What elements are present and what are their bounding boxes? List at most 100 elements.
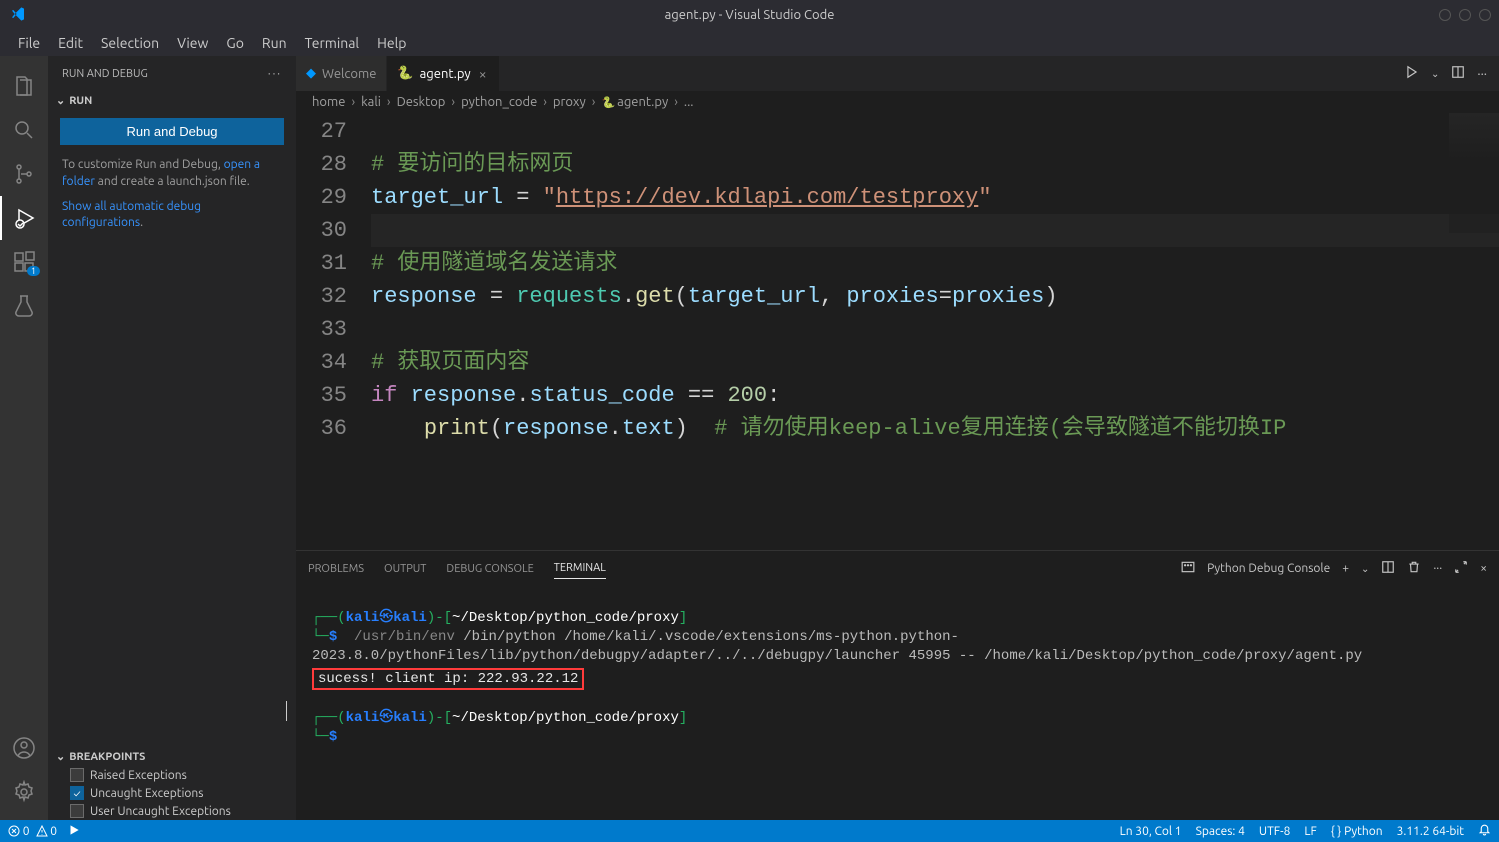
- show-all-link[interactable]: Show all automatic debug configurations: [62, 200, 201, 230]
- checkbox[interactable]: [70, 768, 84, 782]
- extensions-icon[interactable]: 1: [0, 240, 48, 284]
- python-version[interactable]: 3.11.2 64-bit: [1397, 825, 1464, 838]
- chevron-right-icon: ›: [447, 95, 459, 109]
- debug-console-icon[interactable]: [1181, 560, 1195, 577]
- vscode-icon: ◆: [306, 66, 316, 81]
- menu-help[interactable]: Help: [369, 33, 414, 53]
- tab-agent-py[interactable]: 🐍 agent.py ×: [387, 56, 499, 91]
- search-icon[interactable]: [0, 108, 48, 152]
- sidebar: RUN AND DEBUG ··· ⌄ RUN Run and Debug To…: [48, 56, 296, 820]
- run-section-label: RUN: [69, 95, 92, 107]
- explorer-icon[interactable]: [0, 64, 48, 108]
- menu-terminal[interactable]: Terminal: [297, 33, 368, 53]
- notifications-bell-icon[interactable]: [1478, 823, 1491, 839]
- bottom-panel: PROBLEMS OUTPUT DEBUG CONSOLE TERMINAL P…: [296, 550, 1499, 820]
- cursor-position[interactable]: Ln 30, Col 1: [1120, 825, 1182, 838]
- crumb[interactable]: ...: [684, 95, 694, 109]
- terminal-env: /usr/bin/env: [354, 629, 455, 645]
- menu-go[interactable]: Go: [218, 33, 251, 53]
- status-debug-icon[interactable]: [67, 823, 81, 840]
- breakpoints-label: BREAKPOINTS: [69, 751, 145, 763]
- console-label[interactable]: Python Debug Console: [1207, 562, 1330, 575]
- breakpoint-item[interactable]: ✓ Uncaught Exceptions: [48, 784, 296, 802]
- split-editor-icon[interactable]: [1451, 65, 1465, 82]
- code-editor[interactable]: 27282930313233343536 # 要访问的目标网页target_ur…: [296, 113, 1499, 550]
- panel-tabs: PROBLEMS OUTPUT DEBUG CONSOLE TERMINAL P…: [296, 551, 1499, 586]
- source-control-icon[interactable]: [0, 152, 48, 196]
- text-cursor: [286, 701, 287, 721]
- crumb[interactable]: proxy: [553, 95, 586, 109]
- crumb[interactable]: agent.py: [617, 95, 668, 109]
- breakpoints-section[interactable]: ⌄ BREAKPOINTS: [48, 747, 296, 766]
- panel-tab-output[interactable]: OUTPUT: [384, 559, 426, 579]
- menu-file[interactable]: File: [10, 33, 48, 53]
- checkbox-checked[interactable]: ✓: [70, 786, 84, 800]
- settings-gear-icon[interactable]: [0, 770, 48, 814]
- terminal-output-highlight: sucess! client ip: 222.93.22.12: [312, 668, 584, 691]
- chevron-down-icon: ⌄: [56, 750, 65, 763]
- code-content[interactable]: # 要访问的目标网页target_url = "https://dev.kdla…: [371, 115, 1499, 550]
- breakpoint-item[interactable]: User Uncaught Exceptions: [48, 802, 296, 820]
- terminal-command: /bin/python /home/kali/.vscode/extension…: [312, 629, 1362, 664]
- minimize-button[interactable]: [1439, 9, 1451, 21]
- maximize-button[interactable]: [1459, 9, 1471, 21]
- menu-run[interactable]: Run: [254, 33, 295, 53]
- crumb[interactable]: python_code: [461, 95, 537, 109]
- breakpoint-item[interactable]: Raised Exceptions: [48, 766, 296, 784]
- menu-view[interactable]: View: [169, 33, 216, 53]
- run-play-icon[interactable]: [1405, 65, 1419, 82]
- checkbox[interactable]: [70, 804, 84, 818]
- close-button[interactable]: [1479, 9, 1491, 21]
- new-terminal-icon[interactable]: +: [1342, 562, 1349, 575]
- language-label: Python: [1344, 825, 1383, 838]
- close-icon[interactable]: ×: [477, 66, 489, 82]
- encoding[interactable]: UTF-8: [1259, 825, 1290, 838]
- show-all-text: Show all automatic debug configurations.: [48, 195, 296, 237]
- menu-edit[interactable]: Edit: [50, 33, 91, 53]
- chevron-right-icon: ›: [539, 95, 551, 109]
- error-count: 0: [23, 825, 30, 838]
- maximize-panel-icon[interactable]: [1454, 560, 1468, 577]
- chevron-down-icon[interactable]: ⌄: [1361, 563, 1369, 575]
- crumb[interactable]: home: [312, 95, 345, 109]
- terminal-content[interactable]: ┌──(kali㉿kali)-[~/Desktop/python_code/pr…: [296, 586, 1499, 820]
- panel-tab-problems[interactable]: PROBLEMS: [308, 559, 364, 579]
- testing-icon[interactable]: [0, 284, 48, 328]
- customize-text-b: and create a launch.json file.: [95, 175, 250, 188]
- accounts-icon[interactable]: [0, 726, 48, 770]
- close-panel-icon[interactable]: ×: [1480, 562, 1487, 575]
- terminal-cwd: ~/Desktop/python_code/proxy: [452, 710, 679, 726]
- vscode-logo-icon: [10, 6, 26, 25]
- breakpoint-label: Raised Exceptions: [90, 769, 187, 782]
- trash-icon[interactable]: [1407, 560, 1421, 577]
- more-icon[interactable]: ···: [1433, 562, 1442, 575]
- extensions-badge: 1: [27, 266, 40, 276]
- more-icon[interactable]: ···: [268, 68, 282, 80]
- indentation[interactable]: Spaces: 4: [1196, 825, 1245, 838]
- tab-welcome[interactable]: ◆ Welcome: [296, 56, 387, 91]
- run-debug-icon[interactable]: [0, 196, 48, 240]
- chevron-right-icon: ›: [383, 95, 395, 109]
- language-mode[interactable]: { } Python: [1331, 825, 1383, 838]
- status-warnings[interactable]: 0: [36, 825, 58, 838]
- breadcrumbs[interactable]: home› kali› Desktop› python_code› proxy›…: [296, 91, 1499, 113]
- statusbar: 0 0 Ln 30, Col 1 Spaces: 4 UTF-8 LF { } …: [0, 820, 1499, 842]
- tab-label: Welcome: [322, 67, 376, 81]
- editor-area: ◆ Welcome 🐍 agent.py × ⌄ ··· home› k: [296, 56, 1499, 820]
- split-terminal-icon[interactable]: [1381, 560, 1395, 577]
- run-and-debug-button[interactable]: Run and Debug: [60, 118, 284, 145]
- menu-selection[interactable]: Selection: [93, 33, 167, 53]
- status-errors[interactable]: 0: [8, 825, 30, 838]
- minimap[interactable]: [1449, 113, 1499, 233]
- chevron-down-icon: ⌄: [56, 94, 65, 107]
- terminal-user: kali: [346, 610, 380, 626]
- run-section[interactable]: ⌄ RUN: [48, 91, 296, 110]
- panel-tab-terminal[interactable]: TERMINAL: [554, 558, 606, 579]
- more-icon[interactable]: ···: [1477, 67, 1487, 81]
- eol[interactable]: LF: [1304, 825, 1316, 838]
- panel-tab-debug-console[interactable]: DEBUG CONSOLE: [446, 559, 533, 579]
- python-icon: 🐍: [397, 66, 413, 81]
- crumb[interactable]: Desktop: [397, 95, 446, 109]
- crumb[interactable]: kali: [361, 95, 381, 109]
- chevron-down-icon[interactable]: ⌄: [1431, 68, 1439, 80]
